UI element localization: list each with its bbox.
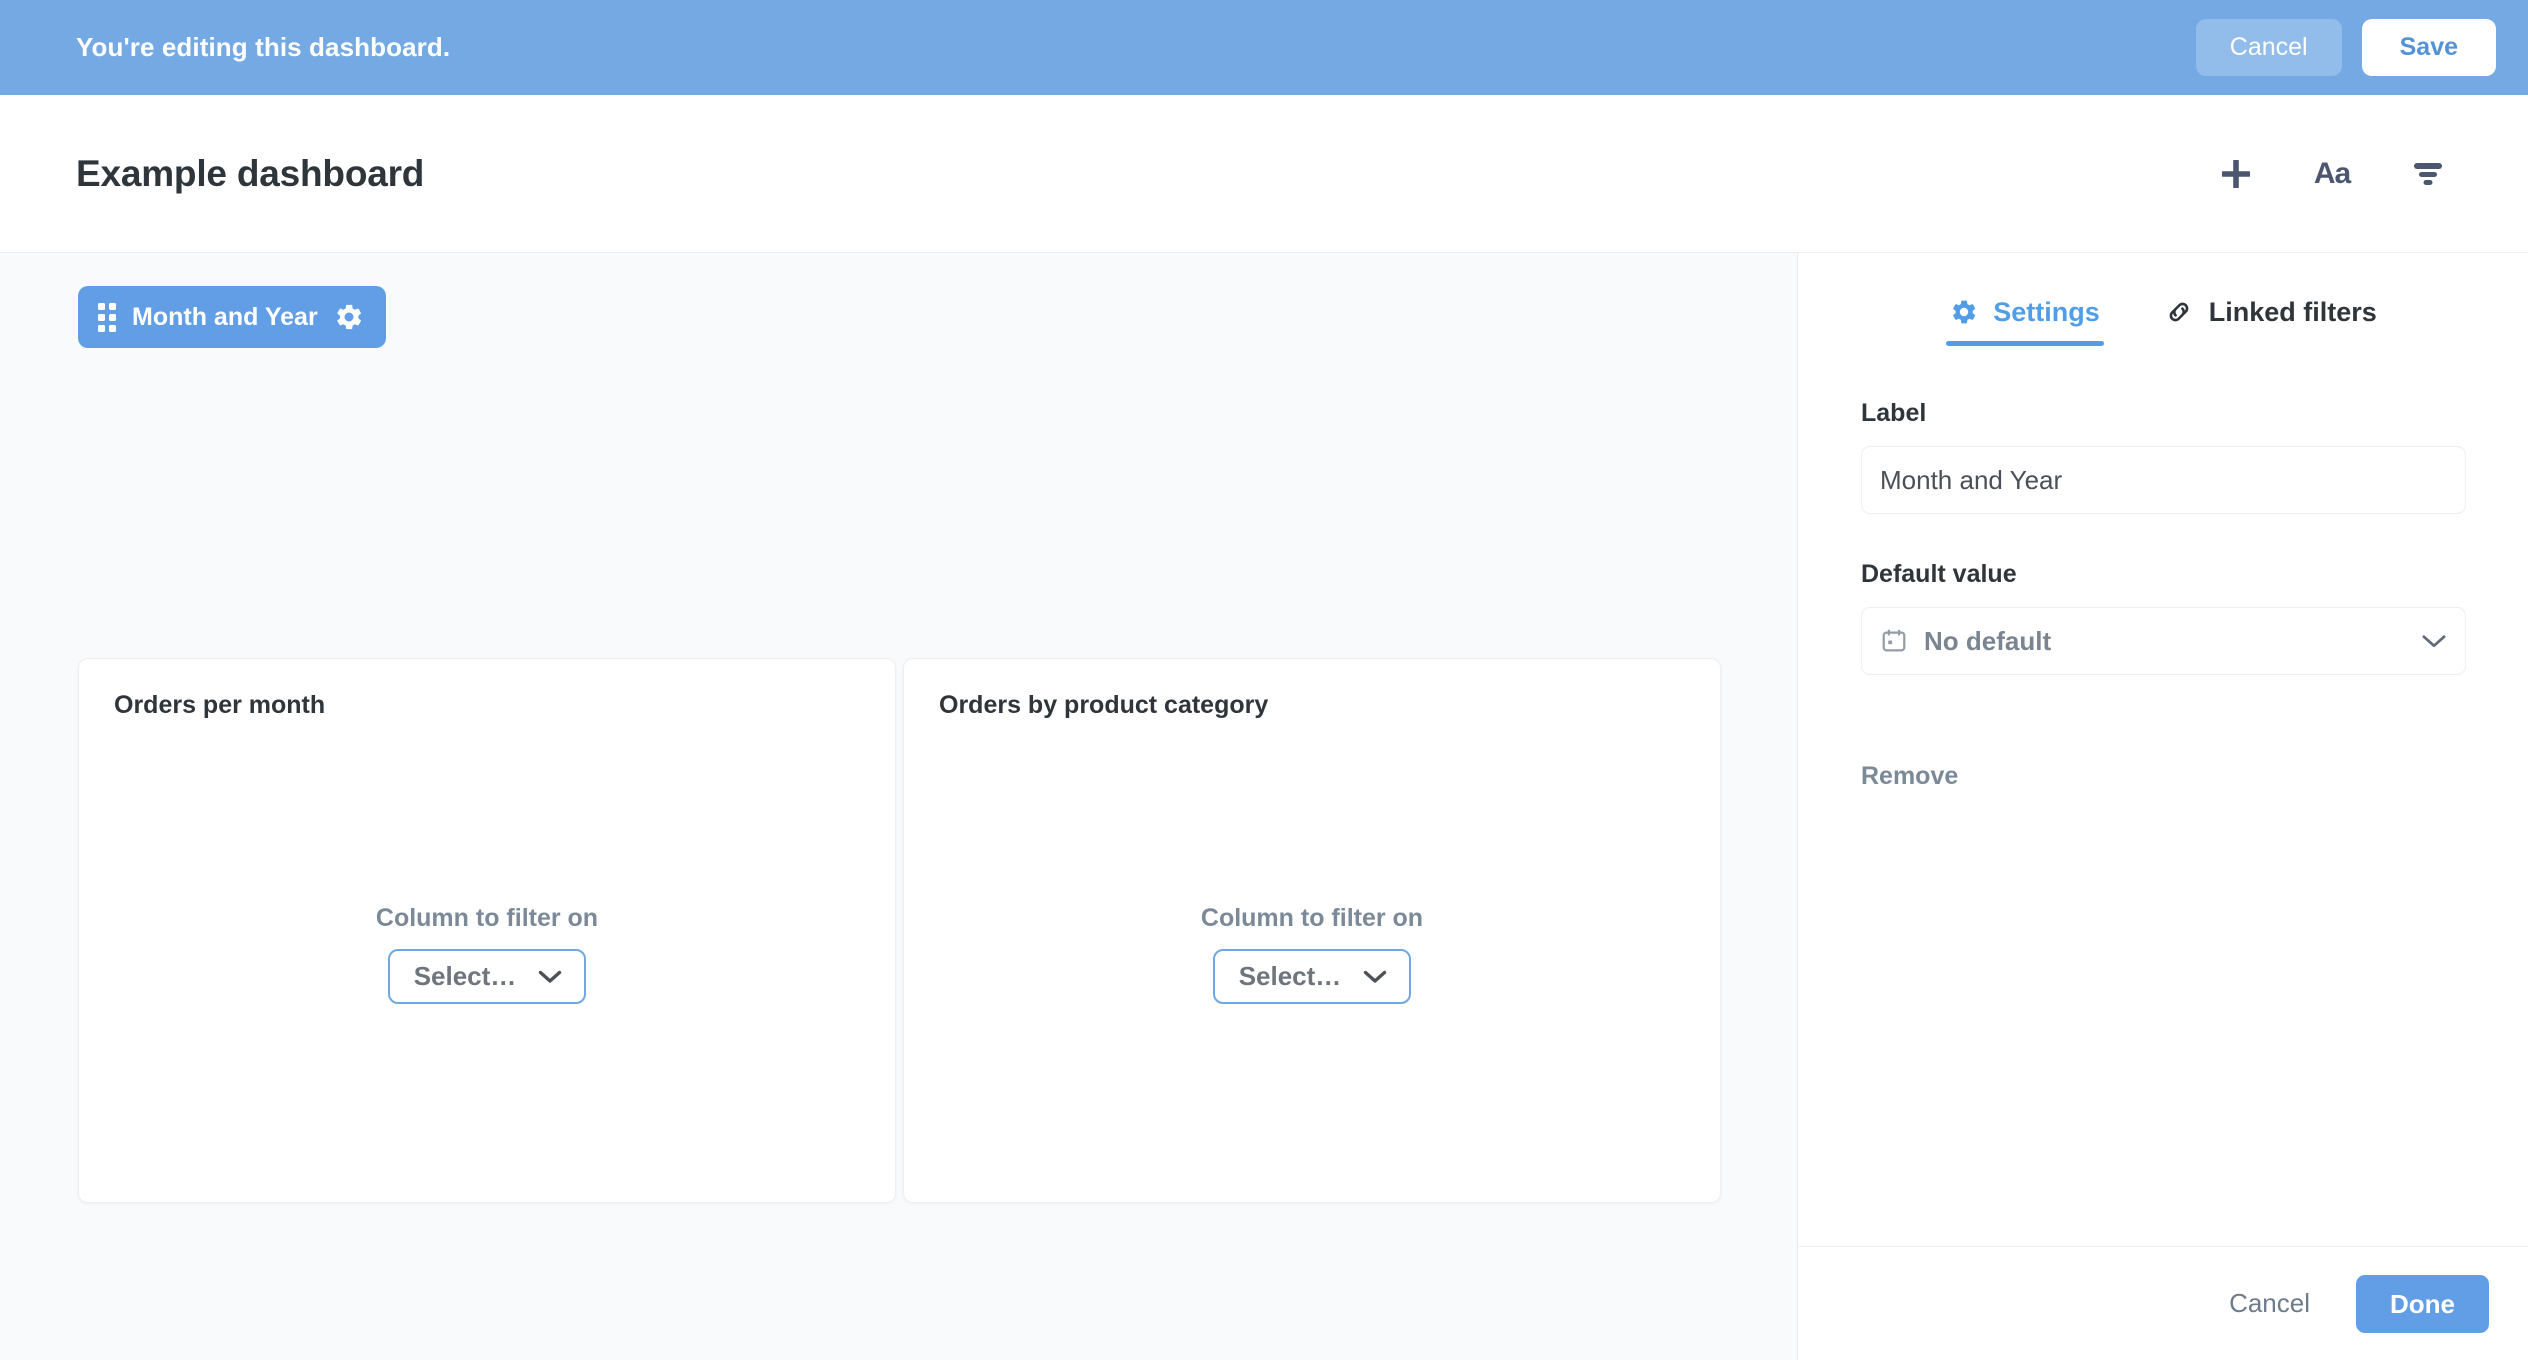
- card-title: Orders by product category: [939, 691, 1268, 720]
- tab-settings[interactable]: Settings: [1946, 253, 2104, 371]
- gear-icon: [1950, 298, 1978, 326]
- dashboard-header: Example dashboard Aa: [0, 95, 2528, 253]
- default-value-text: No default: [1924, 626, 2051, 657]
- filter-icon[interactable]: [2406, 152, 2450, 196]
- dashboard-card[interactable]: Orders per month Column to filter on Sel…: [78, 658, 896, 1203]
- label-field-title: Label: [1861, 399, 2466, 428]
- card-filter-mapping: Column to filter on Select…: [904, 904, 1720, 1004]
- editing-banner-actions: Cancel Save: [2196, 19, 2496, 76]
- dashboard-header-actions: Aa: [2214, 152, 2488, 196]
- link-icon: [2164, 297, 2194, 327]
- card-filter-hint: Column to filter on: [376, 904, 598, 933]
- cancel-edit-button[interactable]: Cancel: [2196, 19, 2342, 76]
- dashboard-card[interactable]: Orders by product category Column to fil…: [903, 658, 1721, 1203]
- sidebar-done-button[interactable]: Done: [2356, 1275, 2489, 1333]
- remove-filter-link[interactable]: Remove: [1861, 762, 1958, 791]
- editing-banner: You're editing this dashboard. Cancel Sa…: [0, 0, 2528, 95]
- sidebar-cancel-button[interactable]: Cancel: [2219, 1276, 2320, 1331]
- gear-icon[interactable]: [334, 302, 364, 332]
- filter-settings-sidebar: Settings Linked filters Label Default va…: [1797, 253, 2528, 1360]
- chevron-down-icon: [2421, 633, 2447, 650]
- label-field-group: Label: [1798, 399, 2528, 514]
- filter-pill-month-and-year[interactable]: Month and Year: [78, 286, 386, 348]
- editing-banner-message: You're editing this dashboard.: [76, 32, 450, 63]
- column-select-value: Select…: [414, 961, 517, 992]
- card-title: Orders per month: [114, 691, 325, 720]
- add-icon[interactable]: [2214, 152, 2258, 196]
- tab-settings-label: Settings: [1993, 297, 2100, 328]
- chevron-down-icon: [538, 969, 562, 985]
- save-dashboard-button[interactable]: Save: [2362, 19, 2496, 76]
- label-input[interactable]: [1861, 446, 2466, 514]
- grip-icon[interactable]: [98, 303, 116, 332]
- tab-linked-filters-label: Linked filters: [2209, 297, 2377, 328]
- page-title[interactable]: Example dashboard: [76, 153, 424, 195]
- column-select-button[interactable]: Select…: [1213, 949, 1412, 1004]
- calendar-icon: [1880, 627, 1908, 655]
- sidebar-footer: Cancel Done: [1798, 1246, 2528, 1360]
- text-icon-label: Aa: [2314, 157, 2350, 191]
- card-filter-hint: Column to filter on: [1201, 904, 1423, 933]
- column-select-value: Select…: [1239, 961, 1342, 992]
- filter-pill-label: Month and Year: [132, 303, 318, 332]
- text-icon[interactable]: Aa: [2310, 152, 2354, 196]
- default-value-field-group: Default value No default: [1798, 560, 2528, 675]
- card-filter-mapping: Column to filter on Select…: [79, 904, 895, 1004]
- default-value-select[interactable]: No default: [1861, 607, 2466, 675]
- sidebar-body: Label Default value No default: [1798, 371, 2528, 675]
- column-select-button[interactable]: Select…: [388, 949, 587, 1004]
- sidebar-tabs: Settings Linked filters: [1798, 253, 2528, 371]
- tab-linked-filters[interactable]: Linked filters: [2160, 253, 2381, 371]
- dashboard-canvas: Month and Year Orders per month Column t…: [0, 253, 1797, 1360]
- chevron-down-icon: [1363, 969, 1387, 985]
- default-value-field-title: Default value: [1861, 560, 2466, 589]
